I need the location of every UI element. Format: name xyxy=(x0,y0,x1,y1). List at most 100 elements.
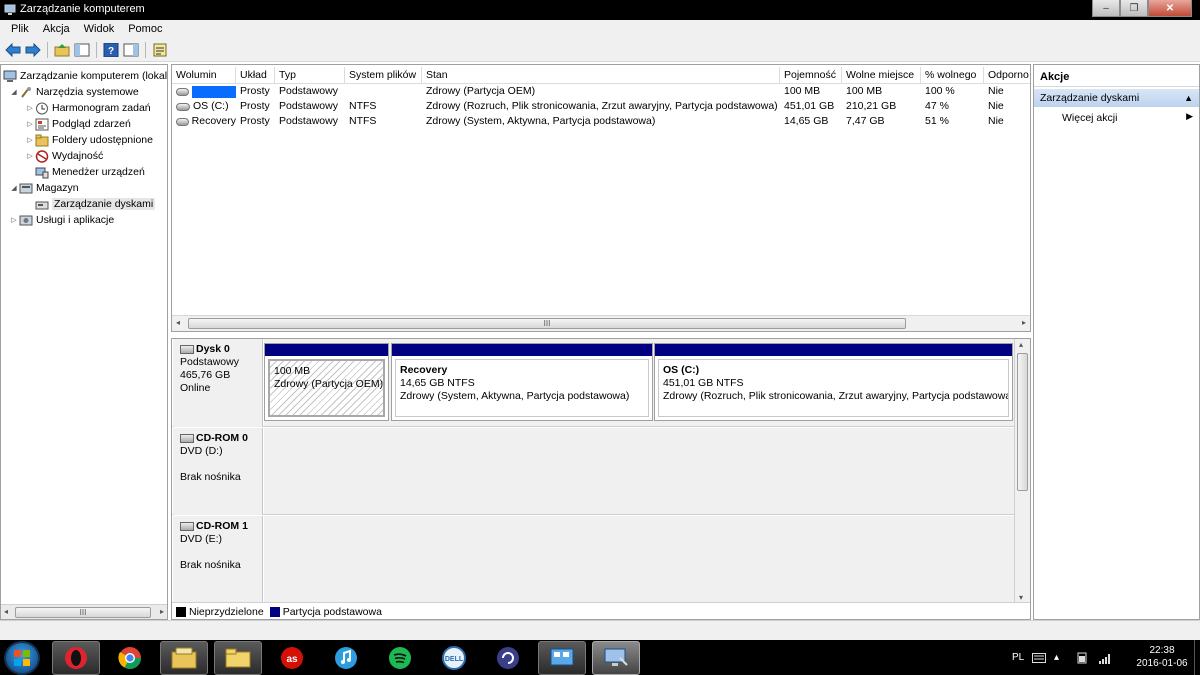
tree-item-computer-management[interactable]: Zarządzanie komputerem (lokalny) xyxy=(3,68,167,84)
disk-row-cdrom1[interactable]: CD-ROM 1 DVD (E:) Brak nośnika xyxy=(172,516,1015,603)
scroll-thumb[interactable] xyxy=(1017,353,1028,491)
column-header-percent-free[interactable]: % wolnego xyxy=(921,67,984,84)
partition-oem[interactable]: 100 MB Zdrowy (Partycja OEM) xyxy=(264,343,389,421)
expand-icon[interactable]: ▷ xyxy=(25,104,35,112)
submenu-arrow-icon[interactable]: ▶ xyxy=(1186,111,1193,122)
restore-button[interactable]: ❐ xyxy=(1120,0,1148,17)
tree-item-system-tools[interactable]: ◢ Narzędzia systemowe xyxy=(9,84,138,100)
tree-item-disk-management[interactable]: Zarządzanie dyskami xyxy=(35,196,156,212)
menu-view[interactable]: Widok xyxy=(77,23,122,35)
tree-item-event-viewer[interactable]: ▷ Podgląd zdarzeń xyxy=(25,116,131,132)
column-header-type[interactable]: Typ xyxy=(275,67,345,84)
disk-empty-area xyxy=(264,516,1015,603)
expand-icon[interactable]: ▷ xyxy=(25,120,35,128)
taskbar-chrome[interactable] xyxy=(106,641,154,675)
redacted-volume-name xyxy=(192,85,236,98)
collapse-up-icon[interactable]: ▲ xyxy=(1184,89,1193,107)
tree-item-storage[interactable]: ◢ Magazyn xyxy=(9,180,79,196)
tree-item-shared-folders[interactable]: ▷ Foldery udostępnione xyxy=(25,132,153,148)
tray-network-icon[interactable] xyxy=(1098,640,1112,675)
menu-action[interactable]: Akcja xyxy=(36,23,77,35)
disk-view-vertical-scrollbar[interactable]: ▴ ▾ xyxy=(1014,339,1030,603)
disk-row-cdrom0[interactable]: CD-ROM 0 DVD (D:) Brak nośnika xyxy=(172,428,1015,515)
toolbox-icon xyxy=(19,85,33,99)
tree-item-performance[interactable]: ▷ Wydajność xyxy=(25,148,103,164)
taskbar-dell[interactable]: DELL xyxy=(430,641,478,675)
scroll-thumb[interactable]: III xyxy=(15,607,151,618)
collapse-icon[interactable]: ◢ xyxy=(9,184,19,192)
show-desktop-button[interactable] xyxy=(1194,640,1200,675)
clock-date: 2016-01-06 xyxy=(1136,658,1188,669)
scroll-down-icon[interactable]: ▾ xyxy=(1019,593,1023,602)
tree-label: Magazyn xyxy=(36,182,79,194)
taskbar-cyberlink[interactable] xyxy=(484,641,532,675)
language-indicator[interactable]: PL xyxy=(1012,640,1024,675)
scroll-up-icon[interactable]: ▴ xyxy=(1019,340,1023,349)
taskbar-computer-management[interactable] xyxy=(592,641,640,675)
taskbar-control-panel[interactable] xyxy=(538,641,586,675)
tree-horizontal-scrollbar[interactable]: ◂ III ▸ xyxy=(1,604,167,619)
column-header-free-space[interactable]: Wolne miejsce xyxy=(842,67,921,84)
show-hide-tree-icon[interactable] xyxy=(73,41,91,59)
taskbar-opera[interactable] xyxy=(52,641,100,675)
taskbar-itunes[interactable] xyxy=(322,641,370,675)
taskbar-lastfm[interactable]: as xyxy=(268,641,316,675)
system-clock[interactable]: 22:38 2016-01-06 xyxy=(1132,644,1192,670)
drive-letter: DVD (D:) xyxy=(180,445,223,457)
start-button[interactable] xyxy=(4,641,40,675)
scroll-thumb[interactable]: III xyxy=(188,318,906,329)
disk-info: Dysk 0 Podstawowy 465,76 GB Online xyxy=(173,339,263,427)
tray-battery-icon[interactable] xyxy=(1076,640,1088,675)
scroll-right-icon[interactable]: ▸ xyxy=(1022,318,1026,327)
title-bar: Zarządzanie komputerem – ❐ ✕ xyxy=(0,0,1200,20)
hard-disk-icon xyxy=(180,345,194,354)
more-actions-link[interactable]: Więcej akcji xyxy=(1062,111,1117,125)
tree-label: Wydajność xyxy=(52,150,104,162)
tray-keyboard-icon[interactable] xyxy=(1032,640,1046,675)
help-icon[interactable]: ? xyxy=(102,41,120,59)
column-header-volume[interactable]: Wolumin xyxy=(172,67,236,84)
status-bar xyxy=(0,620,1200,640)
up-folder-icon[interactable] xyxy=(53,41,71,59)
percent-free-cell: 51 % xyxy=(925,115,949,127)
partition-status: Zdrowy (Partycja OEM) xyxy=(274,378,384,390)
table-row[interactable]: Recovery Prosty Podstawowy NTFS Zdrowy (… xyxy=(172,114,1030,129)
optical-drive-icon xyxy=(180,434,194,443)
expand-icon[interactable]: ▷ xyxy=(25,136,35,144)
menu-help[interactable]: Pomoc xyxy=(121,23,169,35)
taskbar-spotify[interactable] xyxy=(376,641,424,675)
column-header-filesystem[interactable]: System plików xyxy=(345,67,422,84)
scroll-left-icon[interactable]: ◂ xyxy=(4,607,8,616)
show-hide-action-pane-icon[interactable] xyxy=(122,41,140,59)
actions-section-disk-management[interactable]: Zarządzanie dyskami ▲ xyxy=(1034,89,1199,107)
column-header-fault-tolerance[interactable]: Odporno xyxy=(984,67,1030,84)
column-header-layout[interactable]: Układ xyxy=(236,67,275,84)
tree-item-services-apps[interactable]: ▷ Usługi i aplikacje xyxy=(9,212,114,228)
expand-icon[interactable]: ▷ xyxy=(9,216,19,224)
tree-item-task-scheduler[interactable]: ▷ Harmonogram zadań xyxy=(25,100,151,116)
volume-list-horizontal-scrollbar[interactable]: ◂ III ▸ xyxy=(172,315,1030,331)
taskbar-file-explorer[interactable] xyxy=(160,641,208,675)
column-header-capacity[interactable]: Pojemność xyxy=(780,67,842,84)
taskbar-folder[interactable] xyxy=(214,641,262,675)
partition-size: 100 MB xyxy=(274,365,311,377)
menu-file[interactable]: Plik xyxy=(4,23,36,35)
collapse-icon[interactable]: ◢ xyxy=(9,88,19,96)
table-row[interactable]: Prosty Podstawowy Zdrowy (Partycja OEM) … xyxy=(172,84,1030,99)
table-row[interactable]: OS (C:) Prosty Podstawowy NTFS Zdrowy (R… xyxy=(172,99,1030,114)
disk-row-disk0[interactable]: Dysk 0 Podstawowy 465,76 GB Online 100 M… xyxy=(172,339,1015,427)
column-header-status[interactable]: Stan xyxy=(422,67,780,84)
show-hidden-icons-icon[interactable]: ▴ xyxy=(1054,640,1059,675)
back-arrow-icon[interactable] xyxy=(4,41,22,59)
scroll-right-icon[interactable]: ▸ xyxy=(160,607,164,616)
expand-icon[interactable]: ▷ xyxy=(25,152,35,160)
close-button[interactable]: ✕ xyxy=(1148,0,1192,17)
properties-icon[interactable] xyxy=(151,41,169,59)
tree-item-device-manager[interactable]: Menedżer urządzeń xyxy=(35,164,145,180)
partition-recovery[interactable]: Recovery 14,65 GB NTFS Zdrowy (System, A… xyxy=(391,343,653,421)
forward-arrow-icon[interactable] xyxy=(24,41,42,59)
minimize-button[interactable]: – xyxy=(1092,0,1120,17)
scroll-left-icon[interactable]: ◂ xyxy=(176,318,180,327)
partition-os[interactable]: OS (C:) 451,01 GB NTFS Zdrowy (Rozruch, … xyxy=(654,343,1013,421)
drive-icon xyxy=(176,102,190,111)
